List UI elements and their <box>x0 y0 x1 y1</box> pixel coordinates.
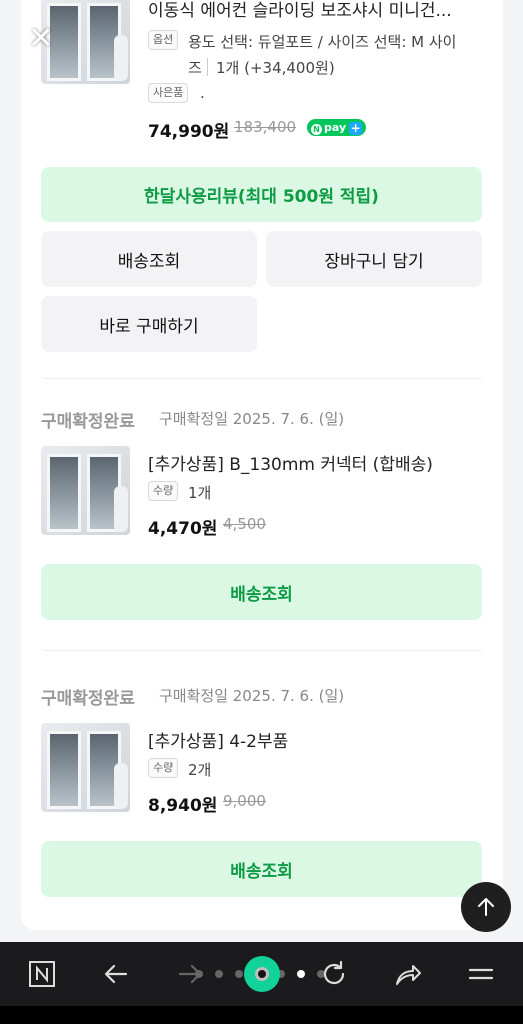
scroll-to-top-button[interactable] <box>461 882 511 932</box>
section-divider <box>42 378 482 379</box>
option-quantity: 1개 (+34,400원) <box>216 59 335 77</box>
npay-label: pay <box>324 121 347 134</box>
purchase-status: 구매확정완료 <box>41 412 135 432</box>
purchase-confirm-date: 구매확정일 2025. 7. 6. (일) <box>159 687 345 705</box>
system-nav-strip <box>0 1006 523 1024</box>
product-title[interactable]: [추가상품] B_130mm 커넥터 (합배송) <box>148 450 433 475</box>
quantity-tag: 수량 <box>148 758 179 778</box>
quantity-tag: 수량 <box>148 481 179 501</box>
buy-now-button[interactable]: 바로 구매하기 <box>41 296 257 352</box>
sale-price: 8,940원 <box>148 796 218 816</box>
option-tag: 옵션 <box>148 30 179 50</box>
shipping-track-button[interactable]: 배송조회 <box>41 841 482 897</box>
gift-value: . <box>200 84 205 102</box>
order-list-page: 이동식 에어컨 슬라이딩 보조샤시 미니건... 옵션 용도 선택: 듀얼포트 … <box>0 0 523 942</box>
purchase-status: 구매확정완료 <box>41 689 135 709</box>
option-text-line2: 즈 <box>188 59 202 77</box>
sale-price: 74,990원 <box>148 122 230 142</box>
browser-bottom-bar <box>0 942 523 1006</box>
naver-n-icon[interactable] <box>22 954 62 994</box>
original-price: 183,400 <box>234 118 297 136</box>
arrow-up-icon <box>478 898 494 916</box>
share-icon[interactable] <box>388 954 428 994</box>
product-title[interactable]: 이동식 에어컨 슬라이딩 보조샤시 미니건... <box>148 0 452 21</box>
refresh-icon[interactable] <box>314 954 354 994</box>
monthly-review-button[interactable]: 한달사용리뷰(최대 500원 적립) <box>41 167 482 222</box>
center-home-icon[interactable] <box>244 956 280 992</box>
shipping-track-button[interactable]: 배송조회 <box>41 231 257 287</box>
shipping-track-button[interactable]: 배송조회 <box>41 564 482 620</box>
close-icon[interactable]: ✕ <box>26 24 56 54</box>
naver-n-icon: N <box>311 124 322 135</box>
option-text-line1: 용도 선택: 듀얼포트 / 사이즈 선택: M 사이 <box>188 33 457 51</box>
original-price: 4,500 <box>223 515 266 533</box>
npay-badge: Npay + <box>307 119 367 136</box>
product-title[interactable]: [추가상품] 4-2부품 <box>148 727 288 752</box>
sale-price: 4,470원 <box>148 519 218 539</box>
plus-icon: + <box>349 121 363 135</box>
gift-tag: 사은품 <box>148 83 189 103</box>
option-separator <box>207 58 208 76</box>
section-divider <box>42 650 482 651</box>
quantity-value: 1개 <box>188 484 212 502</box>
add-to-cart-button[interactable]: 장바구니 담기 <box>266 231 482 287</box>
purchase-confirm-date: 구매확정일 2025. 7. 6. (일) <box>159 410 345 428</box>
back-arrow-icon[interactable] <box>96 954 136 994</box>
menu-icon[interactable] <box>461 954 501 994</box>
quantity-value: 2개 <box>188 761 212 779</box>
product-thumbnail[interactable] <box>41 723 130 812</box>
product-thumbnail[interactable] <box>41 446 130 535</box>
original-price: 9,000 <box>223 792 266 810</box>
